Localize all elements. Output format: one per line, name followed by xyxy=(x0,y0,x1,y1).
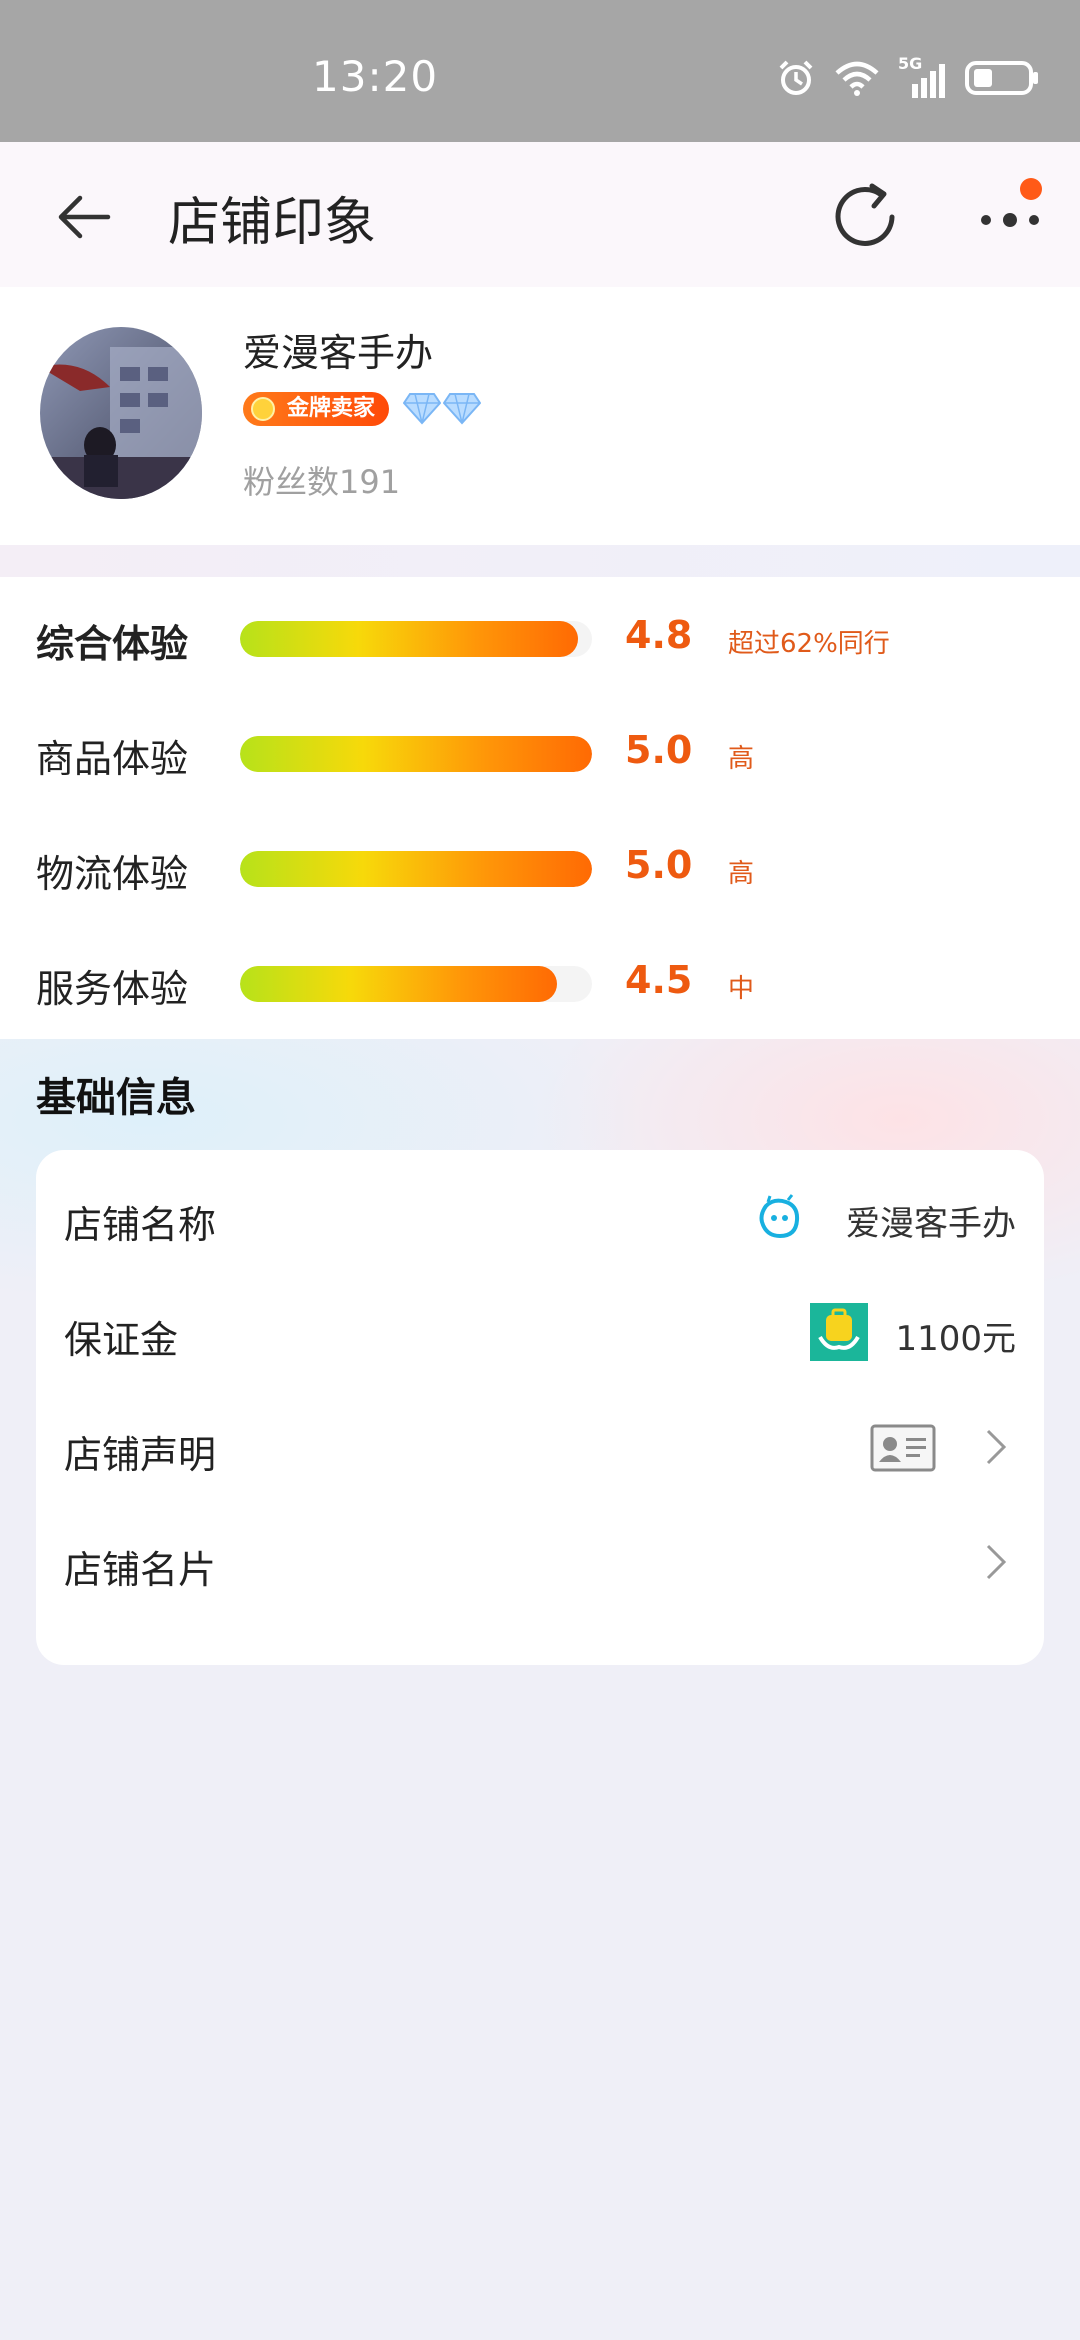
battery-icon xyxy=(965,61,1038,95)
rating-row-logistics: 物流体验 5.0 高 xyxy=(0,833,1080,903)
info-value: 1100元 xyxy=(895,1319,1016,1359)
info-row-statement[interactable]: 店铺声明 xyxy=(36,1392,1044,1502)
rating-score: 4.8 xyxy=(625,613,693,657)
rating-score: 5.0 xyxy=(625,728,693,772)
rating-label: 商品体验 xyxy=(36,737,189,781)
badge-label: 金牌卖家 xyxy=(287,396,376,421)
deposit-icon xyxy=(810,1303,868,1361)
network-type: 5G xyxy=(898,54,923,73)
fans-count: 粉丝数191 xyxy=(243,463,401,501)
status-bar: 13:20 5G xyxy=(0,0,1080,142)
rating-bar-fill xyxy=(240,736,592,772)
id-card-icon xyxy=(870,1424,936,1472)
info-label: 店铺名称 xyxy=(64,1203,217,1247)
shop-avatar[interactable] xyxy=(40,327,202,499)
chevron-right-icon xyxy=(986,1544,1007,1580)
gold-seller-badge: 金牌卖家 xyxy=(243,392,390,426)
info-label: 店铺名片 xyxy=(64,1548,217,1592)
rating-bar xyxy=(240,851,592,887)
rating-note: 高 xyxy=(728,859,755,889)
rating-bar-fill xyxy=(240,966,557,1002)
basic-info-card: 店铺名称 爱漫客手办 保证金 1100元 店铺声明 店铺名片 xyxy=(36,1150,1044,1665)
section-title: 基础信息 xyxy=(36,1075,196,1121)
rating-score: 4.5 xyxy=(625,958,693,1002)
wifi-icon xyxy=(835,61,879,96)
alarm-icon xyxy=(779,60,813,95)
chevron-right-icon xyxy=(986,1429,1007,1465)
rating-note: 中 xyxy=(728,974,755,1004)
rating-bar xyxy=(240,966,592,1002)
rating-bar xyxy=(240,621,592,657)
shop-name: 爱漫客手办 xyxy=(243,331,434,375)
page-title: 店铺印象 xyxy=(168,193,377,253)
signal-icon: 5G xyxy=(898,54,946,98)
section-divider xyxy=(0,545,1080,577)
info-label: 保证金 xyxy=(64,1318,179,1362)
status-time: 13:20 xyxy=(312,52,439,101)
rating-row-overall: 综合体验 4.8 超过62%同行 xyxy=(0,603,1080,673)
info-row-shop-name[interactable]: 店铺名称 爱漫客手办 xyxy=(36,1162,1044,1272)
rating-label: 服务体验 xyxy=(36,967,189,1011)
rating-label: 物流体验 xyxy=(36,852,189,896)
rating-row-product: 商品体验 5.0 高 xyxy=(0,718,1080,788)
rating-bar xyxy=(240,736,592,772)
info-value: 爱漫客手办 xyxy=(846,1204,1016,1244)
more-button[interactable] xyxy=(970,178,1060,256)
rating-note: 高 xyxy=(728,744,755,774)
notification-dot xyxy=(1020,178,1042,200)
back-arrow-icon[interactable] xyxy=(50,182,120,252)
info-label: 店铺声明 xyxy=(64,1433,217,1477)
shop-mascot-icon xyxy=(759,1194,800,1239)
medal-icon xyxy=(251,397,275,421)
info-row-deposit[interactable]: 保证金 1100元 xyxy=(36,1277,1044,1387)
rating-bar-fill xyxy=(240,851,592,887)
rating-score: 5.0 xyxy=(625,843,693,887)
nav-bar: 店铺印象 xyxy=(0,142,1080,287)
refresh-icon[interactable] xyxy=(826,178,904,256)
diamond-icon xyxy=(443,393,481,425)
shop-impression-page: 13:20 5G 店铺印象 爱漫客手办 金牌卖家 粉丝数191 综合体验 4.8… xyxy=(0,0,1080,2340)
more-icon xyxy=(981,213,1039,227)
rating-row-service: 服务体验 4.5 中 xyxy=(0,948,1080,1018)
diamond-icon xyxy=(403,393,441,425)
status-icons: 5G xyxy=(776,54,1040,98)
ratings-panel: 综合体验 4.8 超过62%同行 商品体验 5.0 高 物流体验 5.0 高 服… xyxy=(0,577,1080,1039)
rating-note: 超过62%同行 xyxy=(728,629,890,659)
diamond-rating xyxy=(403,391,481,425)
info-row-business-card[interactable]: 店铺名片 xyxy=(36,1507,1044,1617)
rating-label: 综合体验 xyxy=(36,622,189,666)
shop-header[interactable]: 爱漫客手办 金牌卖家 粉丝数191 xyxy=(0,287,1080,545)
rating-bar-fill xyxy=(240,621,578,657)
